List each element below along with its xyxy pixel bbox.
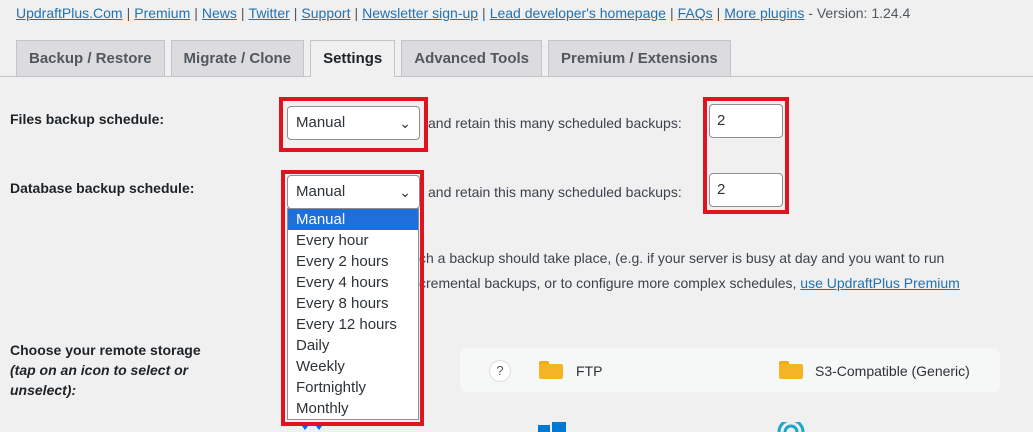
option-manual[interactable]: Manual <box>288 209 418 230</box>
option-fortnightly[interactable]: Fortnightly <box>288 377 418 398</box>
remote-storage-label: Choose your remote storage (tap on an ic… <box>10 340 201 400</box>
files-retain-input[interactable]: 2 <box>709 104 783 138</box>
plugin-links-bar: UpdraftPlus.Com | Premium | News | Twitter | Sup… <box>16 4 910 22</box>
separator: | <box>482 5 486 21</box>
option-monthly[interactable]: Monthly <box>288 398 418 419</box>
version-text: - Version: 1.24.4 <box>808 5 911 21</box>
option-every-12-hours[interactable]: Every 12 hours <box>288 314 418 335</box>
link-twitter[interactable]: Twitter <box>249 5 290 21</box>
windows-icon[interactable] <box>538 422 568 432</box>
tab-advanced-tools[interactable]: Advanced Tools <box>401 40 542 76</box>
storage-ftp-label[interactable]: FTP <box>576 363 602 379</box>
tab-bar: Backup / Restore Migrate / Clone Setting… <box>16 40 737 77</box>
files-retain-text: and retain this many scheduled backups: <box>428 115 682 131</box>
link-faqs[interactable]: FAQs <box>678 5 713 21</box>
database-retain-input[interactable]: 2 <box>709 173 783 207</box>
link-lead-developer[interactable]: Lead developer's homepage <box>490 5 666 21</box>
wifi-cloud-icon[interactable] <box>776 422 806 432</box>
link-more-plugins[interactable]: More plugins <box>724 5 804 21</box>
storage-s3-label[interactable]: S3-Compatible (Generic) <box>815 363 970 379</box>
option-every-8-hours[interactable]: Every 8 hours <box>288 293 418 314</box>
link-support[interactable]: Support <box>301 5 350 21</box>
tab-migrate-clone[interactable]: Migrate / Clone <box>170 40 305 76</box>
separator: | <box>126 5 131 21</box>
schedule-help-text: cremental backups, or to configure more … <box>419 275 797 291</box>
database-schedule-label: Database backup schedule: <box>10 180 195 196</box>
link-newsletter[interactable]: Newsletter sign-up <box>362 5 478 21</box>
separator: | <box>354 5 359 21</box>
chevron-down-icon: ⌄ <box>399 115 411 131</box>
option-every-2-hours[interactable]: Every 2 hours <box>288 251 418 272</box>
files-schedule-select[interactable]: Manual ⌄ <box>287 106 420 140</box>
schedule-dropdown-list: Manual Every hour Every 2 hours Every 4 … <box>287 208 419 420</box>
option-daily[interactable]: Daily <box>288 335 418 356</box>
help-question-icon[interactable]: ? <box>489 360 511 382</box>
remote-storage-hint: (tap on an icon to select or <box>10 362 189 378</box>
tab-settings[interactable]: Settings <box>310 40 396 77</box>
option-every-hour[interactable]: Every hour <box>288 230 418 251</box>
separator: | <box>669 5 674 21</box>
link-premium[interactable]: Premium <box>134 5 190 21</box>
s3-folder-icon[interactable] <box>779 361 803 379</box>
link-updraftplus-com[interactable]: UpdraftPlus.Com <box>16 5 123 21</box>
tab-backup-restore[interactable]: Backup / Restore <box>16 40 165 76</box>
chevron-down-icon: ⌄ <box>399 184 411 200</box>
separator: | <box>716 5 721 21</box>
files-schedule-label: Files backup schedule: <box>10 111 165 127</box>
separator: | <box>240 5 245 21</box>
files-schedule-value: Manual <box>296 114 346 131</box>
ftp-folder-icon[interactable] <box>539 361 563 379</box>
remote-storage-hint-end: unselect): <box>10 382 77 398</box>
database-schedule-select[interactable]: Manual ⌄ <box>287 175 420 209</box>
tab-premium-extensions[interactable]: Premium / Extensions <box>548 40 731 76</box>
premium-link[interactable]: use UpdraftPlus Premium <box>800 275 960 291</box>
separator: | <box>293 5 298 21</box>
database-schedule-value: Manual <box>296 183 346 200</box>
remote-storage-title: Choose your remote storage <box>10 342 201 358</box>
option-weekly[interactable]: Weekly <box>288 356 418 377</box>
link-news[interactable]: News <box>202 5 237 21</box>
database-retain-text: and retain this many scheduled backups: <box>428 184 682 200</box>
schedule-help-line-2: cremental backups, or to configure more … <box>419 275 960 291</box>
separator: | <box>194 5 198 21</box>
schedule-help-line-1: ch a backup should take place, (e.g. if … <box>419 250 945 266</box>
dropbox-icon[interactable] <box>295 422 329 432</box>
option-every-4-hours[interactable]: Every 4 hours <box>288 272 418 293</box>
